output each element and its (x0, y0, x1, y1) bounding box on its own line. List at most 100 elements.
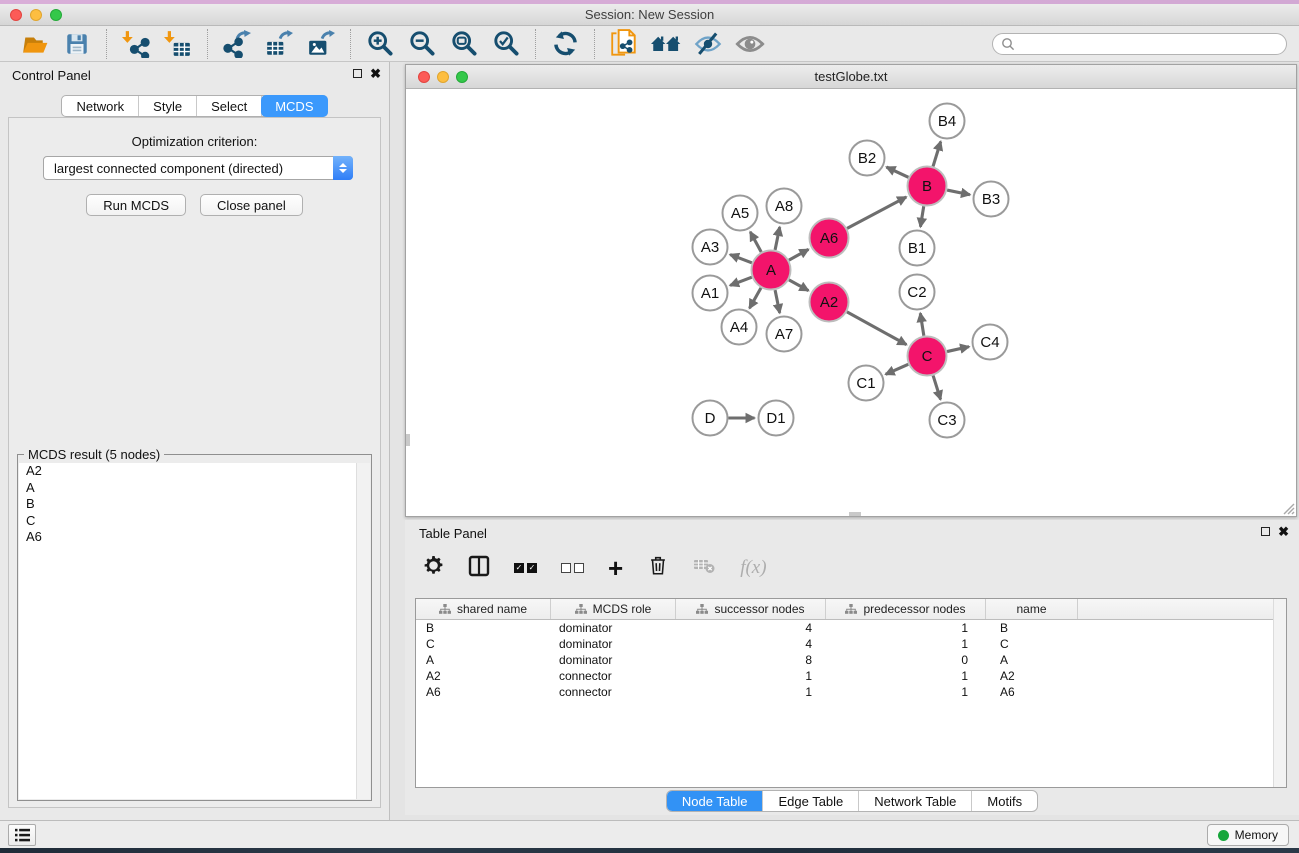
table-row[interactable]: Adominator80A (416, 652, 1286, 668)
graph-edge-C-C1[interactable] (886, 364, 909, 374)
table-scrollbar[interactable] (1273, 599, 1286, 787)
save-session-icon[interactable] (61, 29, 93, 59)
column-header-shared-name[interactable]: shared name (416, 599, 551, 619)
table-cell[interactable]: dominator (551, 637, 676, 651)
graph-edge-A-A8[interactable] (775, 227, 780, 250)
search-field[interactable] (992, 33, 1287, 55)
graph-edge-B-B4[interactable] (933, 142, 941, 167)
graph-node-C2[interactable]: C2 (900, 275, 935, 310)
task-history-button[interactable] (8, 824, 36, 846)
delete-table-icon[interactable] (693, 556, 716, 580)
show-all-eye-icon[interactable] (734, 29, 766, 59)
table-cell[interactable]: 0 (826, 653, 986, 667)
graph-edge-A-A5[interactable] (750, 232, 761, 252)
graph-node-A4[interactable]: A4 (722, 310, 757, 345)
search-input[interactable] (1020, 35, 1286, 53)
mcds-result-item[interactable]: A2 (19, 463, 370, 480)
table-cell[interactable]: 4 (676, 621, 826, 635)
table-cell[interactable]: 1 (826, 637, 986, 651)
table-cell[interactable]: C (986, 637, 1078, 651)
graph-edge-C-C4[interactable] (947, 347, 969, 352)
memory-button[interactable]: Memory (1207, 824, 1289, 846)
graph-edge-A-A2[interactable] (789, 280, 808, 291)
tab-network[interactable]: Network (62, 96, 139, 116)
zoom-out-icon[interactable] (406, 29, 438, 59)
show-column-icon[interactable] (468, 555, 490, 582)
tab-select[interactable]: Select (197, 96, 262, 116)
graph-edge-A-A4[interactable] (750, 288, 761, 308)
graph-edge-B-B3[interactable] (947, 190, 970, 195)
table-row[interactable]: Cdominator41C (416, 636, 1286, 652)
table-cell[interactable]: A2 (986, 669, 1078, 683)
table-cell[interactable]: A2 (416, 669, 551, 683)
mcds-result-list[interactable]: A2ABCA6 (19, 463, 370, 799)
settings-gear-icon[interactable] (423, 555, 444, 581)
zoom-fit-icon[interactable] (448, 29, 480, 59)
refresh-view-icon[interactable] (549, 29, 581, 59)
export-image-icon[interactable] (305, 29, 337, 59)
add-column-icon[interactable]: + (608, 558, 623, 578)
table-cell[interactable]: connector (551, 669, 676, 683)
mcds-result-item[interactable]: C (19, 513, 370, 530)
table-cell[interactable]: C (416, 637, 551, 651)
import-network-icon[interactable] (120, 29, 152, 59)
select-all-checkboxes-icon[interactable]: ✓✓ (514, 563, 537, 573)
canvas-vscroll-nub[interactable] (406, 434, 410, 446)
tab-node-table[interactable]: Node Table (667, 791, 764, 811)
table-cell[interactable]: 4 (676, 637, 826, 651)
table-row[interactable]: A6connector11A6 (416, 684, 1286, 700)
graph-edge-A2-C[interactable] (847, 312, 906, 345)
tab-mcds[interactable]: MCDS (261, 95, 327, 117)
tab-edge-table[interactable]: Edge Table (763, 791, 859, 811)
new-session-from-network-icon[interactable] (608, 29, 640, 59)
mcds-result-item[interactable]: B (19, 496, 370, 513)
mcds-result-item[interactable]: A (19, 480, 370, 497)
home-layout-icon[interactable] (650, 29, 682, 59)
graph-edge-A-A7[interactable] (775, 290, 780, 313)
zoom-selected-icon[interactable] (490, 29, 522, 59)
table-cell[interactable]: A (416, 653, 551, 667)
graph-node-B[interactable]: B (908, 167, 947, 206)
table-cell[interactable]: 1 (676, 685, 826, 699)
table-cell[interactable]: 1 (826, 669, 986, 683)
graph-node-D[interactable]: D (693, 401, 728, 436)
resize-grip-icon[interactable] (1282, 502, 1295, 515)
column-header-name[interactable]: name (986, 599, 1078, 619)
tab-style[interactable]: Style (139, 96, 197, 116)
result-scrollbar[interactable] (356, 463, 370, 799)
graph-node-C1[interactable]: C1 (849, 366, 884, 401)
network-canvas[interactable]: B4B2BB3A5A8A6A3B1AA1C2A2A4A7C4CC1C3DD1 (406, 89, 1296, 516)
graph-node-C4[interactable]: C4 (973, 325, 1008, 360)
graph-edge-B-B2[interactable] (886, 167, 908, 177)
mcds-result-item[interactable]: A6 (19, 529, 370, 546)
table-cell[interactable]: 1 (826, 685, 986, 699)
graph-node-A8[interactable]: A8 (767, 189, 802, 224)
column-header-MCDS-role[interactable]: MCDS role (551, 599, 676, 619)
export-table-icon[interactable] (263, 29, 295, 59)
table-cell[interactable]: B (986, 621, 1078, 635)
graph-edge-B-B1[interactable] (920, 206, 923, 227)
close-table-panel-icon[interactable]: ✖ (1278, 526, 1289, 537)
open-session-icon[interactable] (19, 29, 51, 59)
hide-selected-eye-icon[interactable] (692, 29, 724, 59)
graph-edge-C-C3[interactable] (933, 376, 940, 400)
graph-node-A2[interactable]: A2 (810, 283, 849, 322)
table-cell[interactable]: A (986, 653, 1078, 667)
graph-node-B2[interactable]: B2 (850, 141, 885, 176)
graph-node-A3[interactable]: A3 (693, 230, 728, 265)
table-cell[interactable]: dominator (551, 653, 676, 667)
graph-node-C[interactable]: C (908, 337, 947, 376)
zoom-in-icon[interactable] (364, 29, 396, 59)
graph-node-A1[interactable]: A1 (693, 276, 728, 311)
table-cell[interactable]: B (416, 621, 551, 635)
graph-edge-C-C2[interactable] (920, 313, 924, 336)
graph-node-B4[interactable]: B4 (930, 104, 965, 139)
table-cell[interactable]: A6 (986, 685, 1078, 699)
delete-column-icon[interactable] (647, 554, 669, 582)
graph-node-C3[interactable]: C3 (930, 403, 965, 438)
tab-motifs[interactable]: Motifs (972, 791, 1037, 811)
table-cell[interactable]: 1 (676, 669, 826, 683)
export-network-icon[interactable] (221, 29, 253, 59)
graph-node-A[interactable]: A (752, 251, 791, 290)
run-mcds-button[interactable]: Run MCDS (86, 194, 186, 216)
